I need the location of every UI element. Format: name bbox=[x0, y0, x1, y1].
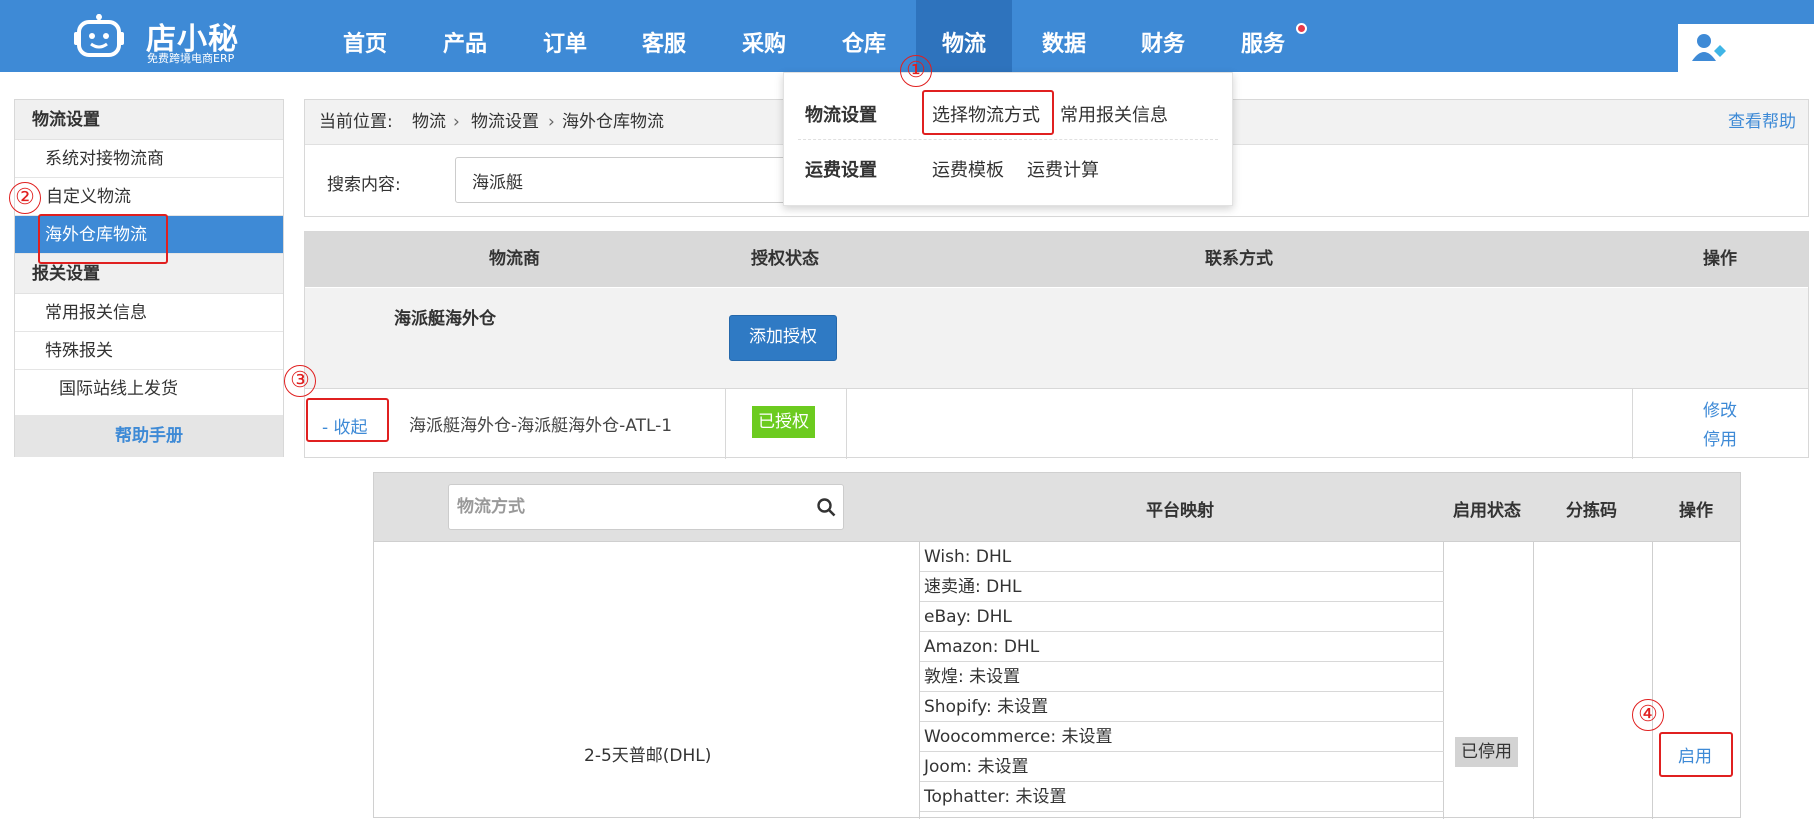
nav-item-home[interactable]: 首页 bbox=[333, 0, 397, 72]
col-header-carrier: 物流商 bbox=[489, 249, 540, 269]
annotation-highlight-collapse bbox=[306, 398, 389, 442]
annotation-number-2: ② bbox=[9, 182, 41, 214]
method-search-input[interactable]: 物流方式 bbox=[448, 484, 844, 530]
mapping-row: 速卖通: DHL bbox=[920, 572, 1444, 602]
sidebar-item-special-customs[interactable]: 特殊报关 bbox=[15, 332, 283, 370]
nav-item-data[interactable]: 数据 bbox=[1032, 0, 1096, 72]
column-divider bbox=[1632, 389, 1633, 459]
sidebar-subitem-online-shipping[interactable]: 国际站线上发货 bbox=[15, 370, 283, 408]
provider-account-name: 海派艇海外仓-海派艇海外仓-ATL-1 bbox=[409, 416, 673, 436]
logistics-method-table: 物流方式 平台映射 启用状态 分拣码 操作 2-5天普邮(DHL) Wish: … bbox=[373, 472, 1741, 819]
authorized-badge: 已授权 bbox=[752, 406, 815, 438]
user-icon bbox=[1692, 34, 1726, 61]
mapping-row: 敦煌: 未设置 bbox=[920, 662, 1444, 692]
breadcrumb-current: 海外仓库物流 bbox=[562, 112, 664, 132]
disabled-status-badge: 已停用 bbox=[1455, 737, 1518, 767]
help-manual-link[interactable]: 帮助手册 bbox=[15, 415, 283, 457]
nav-item-logistics[interactable]: 物流 bbox=[916, 0, 1012, 72]
column-divider bbox=[725, 389, 726, 459]
mapping-row: Joom: 未设置 bbox=[920, 752, 1444, 782]
breadcrumb-prefix: 当前位置: bbox=[319, 112, 393, 132]
column-divider bbox=[1533, 541, 1534, 819]
breadcrumb-separator-icon: › bbox=[548, 112, 555, 132]
sidebar: 物流设置 系统对接物流商 自定义物流 海外仓库物流 报关设置 常用报关信息 特殊… bbox=[14, 99, 284, 457]
mapping-row: Shopify: 未设置 bbox=[920, 692, 1444, 722]
breadcrumb-logistics-settings[interactable]: 物流设置 bbox=[471, 100, 539, 144]
mapping-row: Amazon: DHL bbox=[920, 632, 1444, 662]
notification-dot bbox=[1296, 23, 1307, 34]
nav-item-customer-service[interactable]: 客服 bbox=[632, 0, 696, 72]
app-logo[interactable]: 店小秘 免费跨境电商ERP bbox=[74, 8, 254, 65]
mapping-row: Wish: DHL bbox=[920, 542, 1444, 572]
sidebar-group-logistics: 物流设置 bbox=[15, 100, 283, 140]
dropdown-section-logistics-settings: 物流设置 bbox=[805, 105, 877, 126]
add-authorization-button[interactable]: 添加授权 bbox=[729, 315, 837, 361]
sidebar-item-custom-logistics[interactable]: 自定义物流 bbox=[15, 178, 283, 216]
annotation-number-1: ① bbox=[900, 55, 932, 87]
logo-tagline: 免费跨境电商ERP bbox=[147, 52, 235, 65]
annotation-number-4: ④ bbox=[1632, 699, 1664, 731]
col-header-sort-code: 分拣码 bbox=[1566, 501, 1617, 521]
breadcrumb-separator-icon: › bbox=[453, 112, 460, 132]
nav-item-products[interactable]: 产品 bbox=[433, 0, 497, 72]
user-menu[interactable] bbox=[1678, 24, 1814, 72]
method-table-header: 物流方式 平台映射 启用状态 分拣码 操作 bbox=[374, 473, 1740, 542]
column-divider bbox=[1652, 541, 1653, 819]
menu-item-common-customs-info[interactable]: 常用报关信息 bbox=[1060, 101, 1168, 127]
col-header-enable-status: 启用状态 bbox=[1453, 501, 1521, 521]
method-name: 2-5天普邮(DHL) bbox=[584, 746, 712, 766]
menu-item-freight-template[interactable]: 运费模板 bbox=[932, 156, 1004, 182]
nav-item-orders[interactable]: 订单 bbox=[533, 0, 597, 72]
robot-logo-icon bbox=[74, 14, 124, 57]
mapping-row: Tophatter: 未设置 bbox=[920, 782, 1444, 812]
menu-item-freight-calculator[interactable]: 运费计算 bbox=[1027, 156, 1099, 182]
provider-table: 物流商 授权状态 联系方式 操作 海派艇海外仓 添加授权 - 收起 海派艇海外仓… bbox=[304, 231, 1809, 459]
annotation-highlight-select-logistics bbox=[922, 90, 1054, 135]
col-header-actions: 操作 bbox=[1703, 249, 1737, 269]
nav-item-services[interactable]: 服务 bbox=[1231, 0, 1295, 72]
provider-group-row: 海派艇海外仓 添加授权 bbox=[305, 288, 1808, 389]
search-icon[interactable] bbox=[817, 498, 836, 517]
nav-item-warehouse[interactable]: 仓库 bbox=[832, 0, 896, 72]
search-label: 搜索内容: bbox=[327, 175, 401, 195]
col-header-auth-status: 授权状态 bbox=[751, 249, 819, 269]
dropdown-divider bbox=[798, 139, 1218, 140]
column-divider bbox=[846, 389, 847, 459]
nav-item-purchasing[interactable]: 采购 bbox=[732, 0, 796, 72]
sidebar-item-common-customs[interactable]: 常用报关信息 bbox=[15, 294, 283, 332]
view-help-link[interactable]: 查看帮助 bbox=[1728, 100, 1796, 144]
col-header-method-actions: 操作 bbox=[1679, 501, 1713, 521]
annotation-number-3: ③ bbox=[284, 365, 316, 397]
provider-group-name: 海派艇海外仓 bbox=[394, 309, 496, 329]
annotation-highlight-enable bbox=[1659, 732, 1733, 777]
sidebar-item-system-carriers[interactable]: 系统对接物流商 bbox=[15, 140, 283, 178]
mapping-row: eBay: DHL bbox=[920, 602, 1444, 632]
annotation-highlight-overseas-warehouse bbox=[38, 214, 168, 264]
mapping-row: Woocommerce: 未设置 bbox=[920, 722, 1444, 752]
col-header-platform-mapping: 平台映射 bbox=[1146, 501, 1214, 521]
nav-item-finance[interactable]: 财务 bbox=[1131, 0, 1195, 72]
provider-table-header: 物流商 授权状态 联系方式 操作 bbox=[305, 232, 1808, 287]
disable-link[interactable]: 停用 bbox=[1703, 425, 1737, 450]
dropdown-section-freight-settings: 运费设置 bbox=[805, 160, 877, 181]
col-header-contact: 联系方式 bbox=[1205, 249, 1273, 269]
breadcrumb-logistics[interactable]: 物流 bbox=[412, 100, 446, 144]
provider-row: - 收起 海派艇海外仓-海派艇海外仓-ATL-1 已授权 修改 停用 bbox=[305, 389, 1808, 459]
edit-link[interactable]: 修改 bbox=[1703, 396, 1737, 421]
